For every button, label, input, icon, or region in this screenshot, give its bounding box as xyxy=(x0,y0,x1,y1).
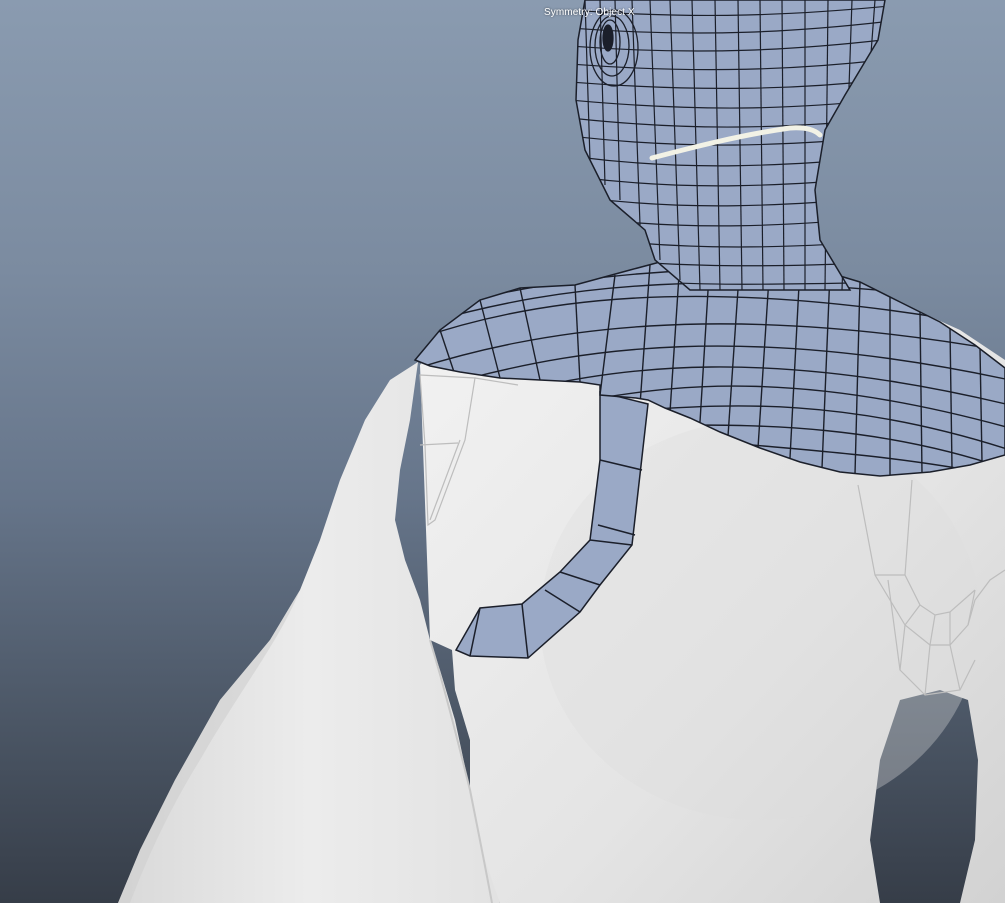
viewport-scene[interactable] xyxy=(0,0,1005,903)
3d-viewport[interactable]: Symmetry: Object X xyxy=(0,0,1005,903)
retopo-neck-mesh xyxy=(575,0,886,291)
symmetry-status-label: Symmetry: Object X xyxy=(544,7,635,18)
